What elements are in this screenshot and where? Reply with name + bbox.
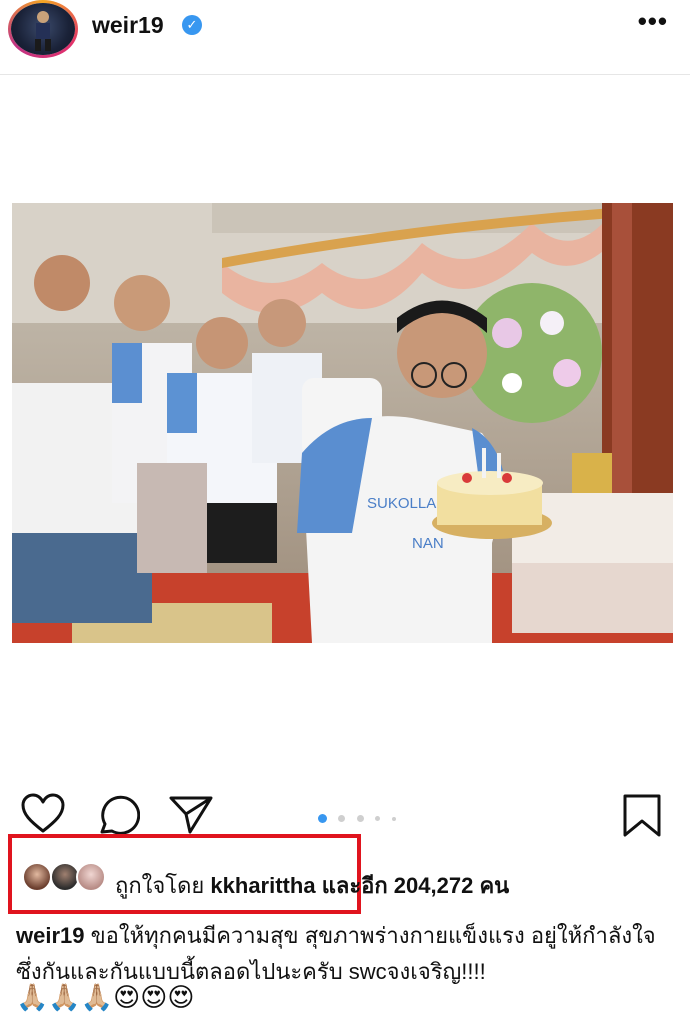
- caption-emojis: 🙏🏼🙏🏼🙏🏼😍😍😍: [16, 982, 195, 1012]
- bookmark-icon[interactable]: [622, 793, 662, 844]
- photo-illustration: SUKOLLA NAN: [12, 203, 673, 643]
- verified-icon: ✓: [182, 15, 202, 35]
- carousel-dot: [318, 814, 327, 824]
- avatar-figure: [35, 11, 51, 51]
- caption-text: ขอให้ทุกคนมีความสุข สุขภาพร่างกายแข็งแรง…: [16, 923, 656, 984]
- carousel-dot: [338, 815, 346, 823]
- shirt-text-1: SUKOLLA: [367, 495, 436, 512]
- avatar[interactable]: [8, 0, 78, 58]
- carousel-dot: [391, 816, 396, 821]
- more-icon[interactable]: •••: [638, 6, 668, 37]
- liker-avatar[interactable]: [76, 862, 106, 892]
- likes-prefix: ถูกใจโดย: [115, 873, 205, 898]
- post-username[interactable]: weir19: [92, 12, 164, 39]
- avatar-image: [11, 3, 75, 55]
- carousel-dot: [356, 815, 364, 823]
- carousel-indicator: [318, 810, 403, 828]
- likes-user[interactable]: kkharittha: [210, 873, 315, 898]
- likes-suffix[interactable]: และอีก 204,272 คน: [322, 873, 510, 898]
- shirt-text-2: NAN: [412, 535, 444, 552]
- post-header: weir19 ✓ •••: [0, 0, 690, 75]
- carousel-dot: [375, 816, 381, 822]
- likes-summary[interactable]: ถูกใจโดย kkharittha และอีก 204,272 คน: [115, 868, 509, 903]
- post-photo[interactable]: SUKOLLA NAN: [12, 203, 673, 643]
- heart-icon[interactable]: [20, 793, 66, 840]
- caption-username[interactable]: weir19: [16, 923, 85, 948]
- liker-avatar[interactable]: [22, 862, 52, 892]
